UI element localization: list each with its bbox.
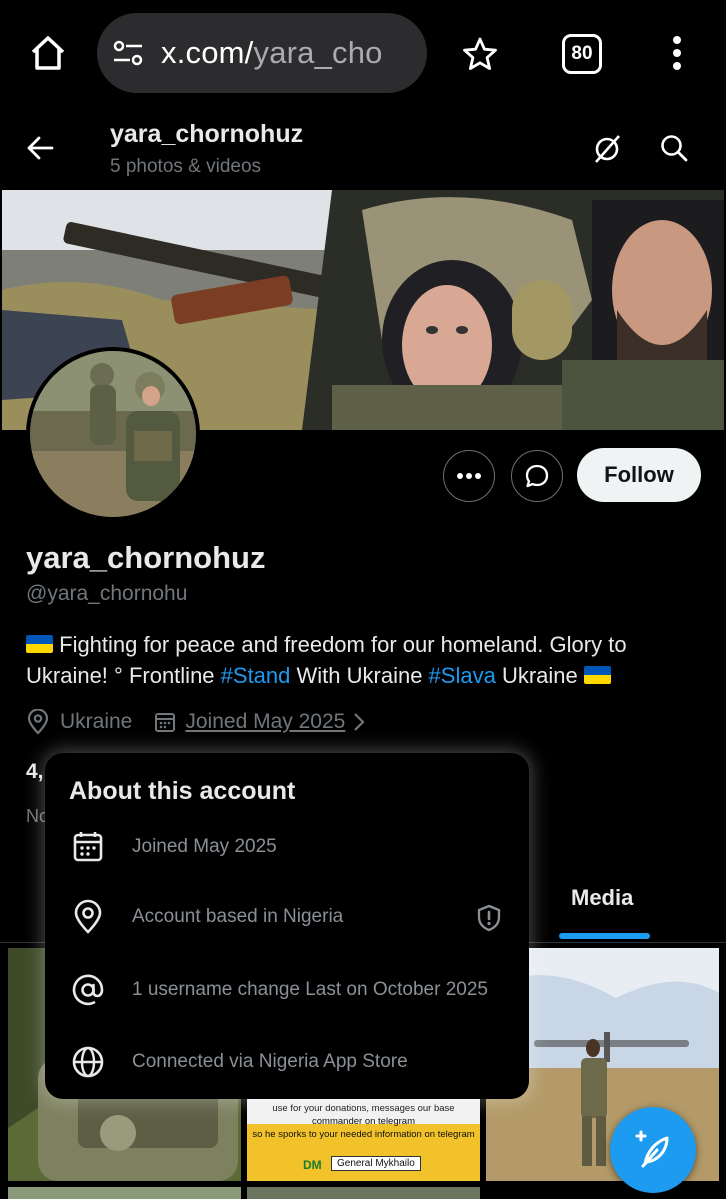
popup-row-username: 1 username change Last on October 2025: [70, 972, 488, 1008]
media-tile-2-name: General Mykhailo: [331, 1156, 421, 1171]
shield-alert-icon[interactable]: [476, 904, 502, 932]
bio-text-2: Ukraine! ° Frontline: [26, 663, 221, 688]
avatar-image: [30, 351, 196, 517]
globe-icon: [70, 1044, 106, 1080]
popup-connected-text: Connected via Nigeria App Store: [132, 1051, 408, 1072]
profile-location: Ukraine: [60, 710, 133, 733]
media-tile-2-badge: DM: [303, 1158, 322, 1172]
media-tile-4[interactable]: [8, 1187, 241, 1199]
chat-bubble-icon: [524, 463, 550, 489]
joined-date-link[interactable]: Joined May 2025: [185, 710, 345, 734]
message-button[interactable]: [511, 450, 563, 502]
back-arrow-icon[interactable]: [26, 135, 54, 161]
calendar-icon: [70, 829, 106, 865]
caption-line-2: so he sporks to your needed information …: [252, 1129, 475, 1140]
about-account-popup[interactable]: About this account Joined May 2025 Accou…: [45, 753, 529, 1099]
popup-row-joined: Joined May 2025: [70, 829, 277, 865]
compose-feather-icon: [633, 1130, 673, 1170]
more-options-button[interactable]: [443, 450, 495, 502]
bio: Fighting for peace and freedom for our h…: [26, 629, 706, 691]
popup-username-text: 1 username change Last on October 2025: [132, 979, 488, 1000]
site-settings-icon[interactable]: [112, 39, 144, 67]
media-tile-2-caption: use for your donations, messages our bas…: [249, 1102, 478, 1141]
popup-title: About this account: [69, 777, 296, 805]
chevron-right-icon[interactable]: [353, 712, 365, 732]
more-horizontal-icon: [456, 472, 482, 480]
compose-post-button[interactable]: [610, 1107, 696, 1193]
url-domain: x.com/: [161, 35, 254, 70]
ukraine-flag-icon: [583, 666, 611, 684]
home-icon[interactable]: [28, 33, 68, 73]
bio-text-4: Ukraine: [495, 663, 584, 688]
popup-joined-text: Joined May 2025: [132, 836, 277, 857]
active-tab-indicator: [559, 933, 650, 939]
follow-button[interactable]: Follow: [577, 448, 701, 502]
ukraine-flag-icon: [26, 635, 53, 653]
hashtag-stand[interactable]: #Stand: [221, 663, 291, 688]
profile-meta-row: Ukraine Joined May 2025: [26, 709, 365, 735]
tab-media[interactable]: Media: [571, 885, 633, 911]
popup-row-location: Account based in Nigeria: [70, 899, 343, 935]
at-sign-icon: [70, 972, 106, 1008]
bio-line-2: Ukraine! ° Frontline #Stand With Ukraine…: [26, 660, 706, 691]
tab-count: 80: [571, 43, 593, 64]
address-bar[interactable]: x.com/yara_cho: [97, 13, 427, 93]
location-pin-icon: [70, 899, 106, 935]
bio-text-3: With Ukraine: [290, 663, 429, 688]
user-handle: @yara_chornohu: [26, 582, 188, 605]
calendar-icon: [154, 711, 176, 733]
following-count-partial[interactable]: 4,: [26, 760, 44, 784]
tab-switcher-button[interactable]: 80: [562, 34, 602, 74]
grok-icon[interactable]: [591, 133, 623, 165]
header-subtitle: 5 photos & videos: [110, 156, 262, 177]
popup-row-connected: Connected via Nigeria App Store: [70, 1044, 408, 1080]
hashtag-slava[interactable]: #Slava: [429, 663, 496, 688]
location-pin-icon: [26, 709, 50, 735]
search-icon[interactable]: [659, 133, 689, 163]
header-title: yara_chornohuz: [110, 120, 304, 148]
bio-line-1: Fighting for peace and freedom for our h…: [26, 629, 706, 660]
popup-location-text: Account based in Nigeria: [132, 906, 344, 927]
caption-line-1: use for your donations, messages our bas…: [272, 1103, 455, 1127]
profile-avatar[interactable]: [26, 347, 200, 521]
display-name: yara_chornohuz: [26, 540, 266, 575]
more-vertical-icon[interactable]: [671, 35, 683, 71]
url-text: x.com/yara_cho: [161, 35, 383, 71]
media-tile-5[interactable]: [247, 1187, 480, 1199]
bio-text-1: Fighting for peace and freedom for our h…: [59, 632, 627, 657]
url-path: yara_cho: [253, 35, 383, 70]
bookmark-star-icon[interactable]: [462, 36, 498, 72]
